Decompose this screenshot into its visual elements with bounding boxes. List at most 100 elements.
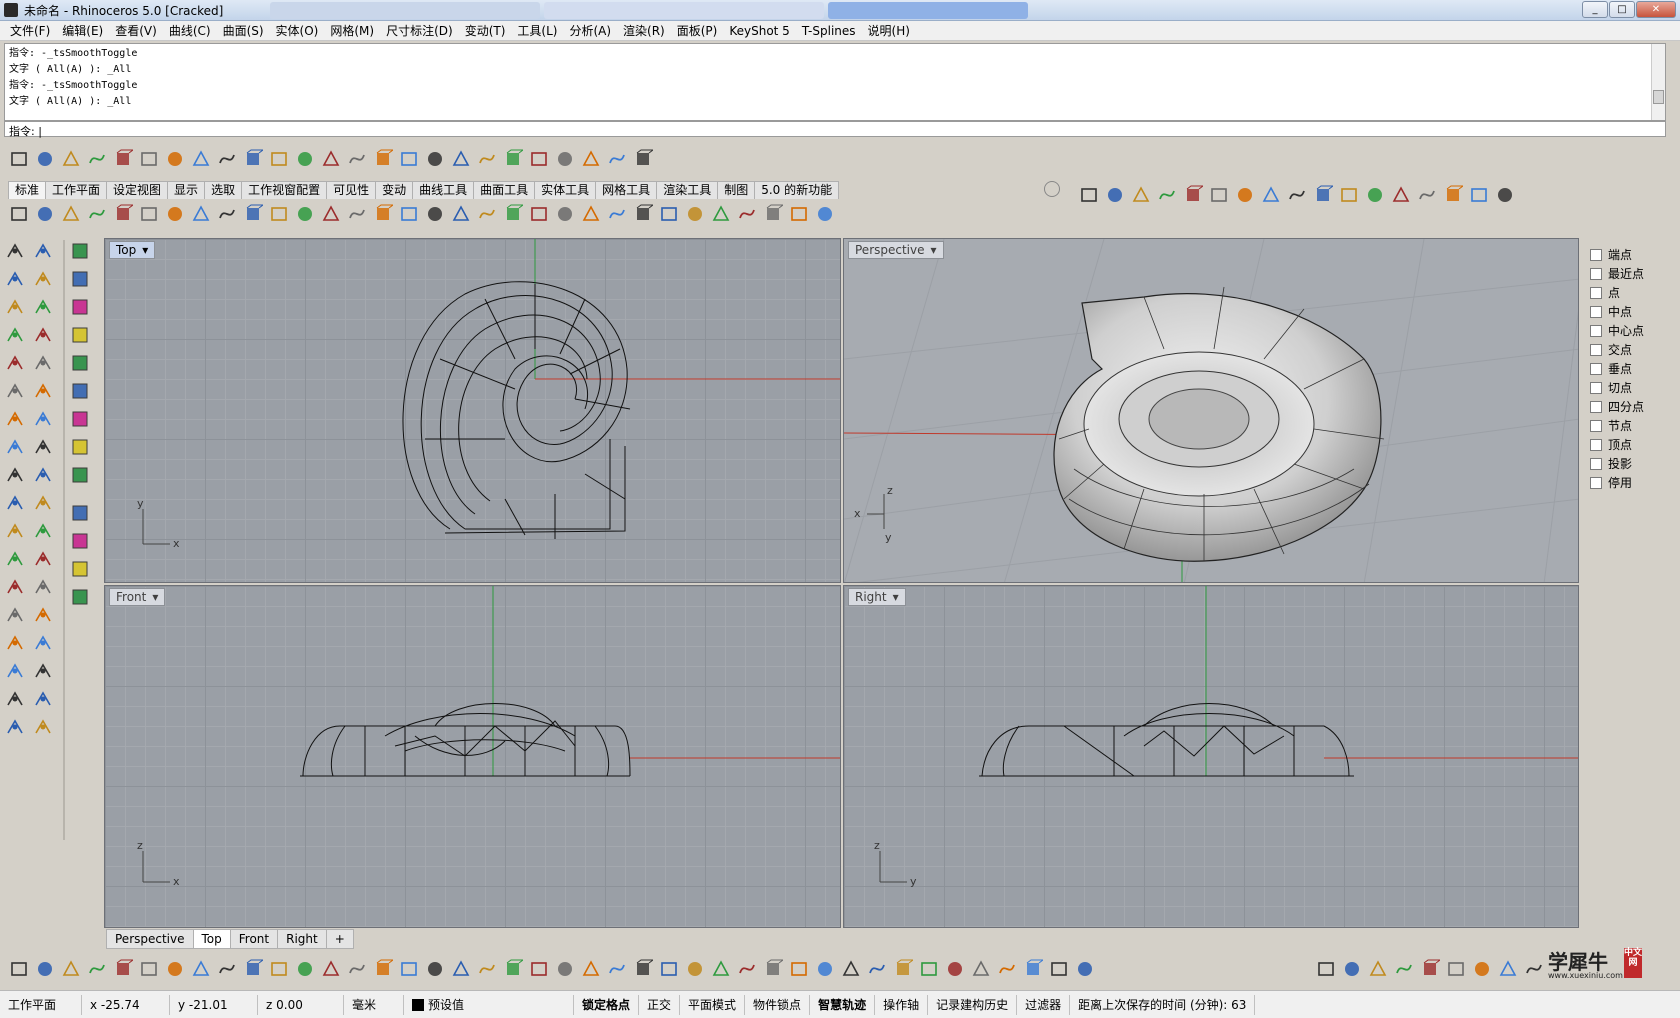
- tab-viewport-layout[interactable]: 工作视窗配置: [241, 181, 328, 199]
- osnap-option[interactable]: 端点: [1590, 245, 1676, 264]
- viewport-right[interactable]: z y Right ▾: [843, 585, 1579, 928]
- curve-tool-icon[interactable]: [320, 148, 342, 170]
- menu-mesh[interactable]: 网格(M): [324, 22, 380, 39]
- bottom-tool-icon[interactable]: [112, 958, 134, 980]
- left-tool-icon[interactable]: [32, 324, 54, 346]
- tab-select[interactable]: 选取: [204, 181, 243, 199]
- osnap-checkbox[interactable]: [1590, 343, 1602, 356]
- bottom-tool-icon[interactable]: [918, 958, 940, 980]
- dropdown-arrow-icon[interactable]: ▾: [142, 243, 148, 257]
- left-tool-icon[interactable]: [4, 324, 26, 346]
- curve-tool-icon[interactable]: [34, 148, 56, 170]
- tsplines-tool-icon[interactable]: [1182, 184, 1204, 206]
- osnap-option[interactable]: 四分点: [1590, 397, 1676, 416]
- bottom-tool-icon[interactable]: [814, 958, 836, 980]
- grid-tool-icon[interactable]: [1523, 958, 1545, 980]
- grid-tool-icon[interactable]: [1419, 958, 1441, 980]
- tab-surface-tools[interactable]: 曲面工具: [473, 181, 536, 199]
- curve-tool-icon[interactable]: [528, 148, 550, 170]
- bottom-tool-icon[interactable]: [398, 958, 420, 980]
- left-tool-icon[interactable]: [32, 604, 54, 626]
- status-smarttrack[interactable]: 智慧轨迹: [810, 994, 876, 1015]
- curve-tool-icon[interactable]: [216, 148, 238, 170]
- bottom-tool-icon[interactable]: [1022, 958, 1044, 980]
- status-cplane[interactable]: 工作平面: [0, 994, 82, 1015]
- curve-tool-icon[interactable]: [164, 148, 186, 170]
- curve-tool-icon[interactable]: [606, 148, 628, 170]
- vptab-right[interactable]: Right: [277, 929, 327, 949]
- osnap-checkbox[interactable]: [1590, 457, 1602, 470]
- curve-tool-icon[interactable]: [476, 148, 498, 170]
- standard-tool-icon[interactable]: [112, 203, 134, 225]
- curve-tool-icon[interactable]: [8, 148, 30, 170]
- left-tool-icon[interactable]: [32, 688, 54, 710]
- grid-tool-icon[interactable]: [1445, 958, 1467, 980]
- bottom-tool-icon[interactable]: [866, 958, 888, 980]
- bottom-tool-icon[interactable]: [996, 958, 1018, 980]
- left-tool-icon[interactable]: [4, 576, 26, 598]
- standard-tool-icon[interactable]: [580, 203, 602, 225]
- standard-tool-icon[interactable]: [294, 203, 316, 225]
- standard-tool-icon[interactable]: [190, 203, 212, 225]
- standard-tool-icon[interactable]: [476, 203, 498, 225]
- standard-tool-icon[interactable]: [502, 203, 524, 225]
- osnap-checkbox[interactable]: [1590, 324, 1602, 337]
- osnap-checkbox[interactable]: [1590, 248, 1602, 261]
- standard-tool-icon[interactable]: [34, 203, 56, 225]
- viewport-top[interactable]: y x Top ▾: [104, 238, 841, 583]
- left-tool-icon[interactable]: [4, 380, 26, 402]
- tsplines-tool-icon[interactable]: [1286, 184, 1308, 206]
- tab-transform[interactable]: 变动: [375, 181, 414, 199]
- standard-tool-icon[interactable]: [86, 203, 108, 225]
- grid-tool-icon[interactable]: [1497, 958, 1519, 980]
- viewport-perspective[interactable]: z x y Perspective ▾: [843, 238, 1579, 583]
- osnap-checkbox[interactable]: [1590, 286, 1602, 299]
- bottom-tool-icon[interactable]: [216, 958, 238, 980]
- tab-standard[interactable]: 标准: [8, 181, 47, 199]
- grid-tool-icon[interactable]: [1367, 958, 1389, 980]
- menu-tsplines[interactable]: T-Splines: [796, 24, 862, 38]
- status-osnap[interactable]: 物件锁点: [745, 994, 811, 1015]
- add-viewport-tab-button[interactable]: +: [325, 929, 354, 949]
- standard-tool-icon[interactable]: [8, 203, 30, 225]
- left-tool-icon[interactable]: [4, 660, 26, 682]
- curve-tool-icon[interactable]: [554, 148, 576, 170]
- minimize-button[interactable]: _: [1582, 1, 1608, 18]
- gear-icon[interactable]: [1044, 181, 1060, 197]
- viewport-title-front[interactable]: Front ▾: [109, 588, 166, 606]
- osnap-checkbox[interactable]: [1590, 419, 1602, 432]
- bottom-tool-icon[interactable]: [710, 958, 732, 980]
- tsplines-tool-icon[interactable]: [1468, 184, 1490, 206]
- tsplines-tool-icon[interactable]: [1156, 184, 1178, 206]
- standard-tool-icon[interactable]: [554, 203, 576, 225]
- left-tool-icon[interactable]: [4, 548, 26, 570]
- left-tool-icon[interactable]: [4, 268, 26, 290]
- osnap-option[interactable]: 交点: [1590, 340, 1676, 359]
- tsplines-tool-icon[interactable]: [1104, 184, 1126, 206]
- standard-tool-icon[interactable]: [632, 203, 654, 225]
- osnap-option[interactable]: 投影: [1590, 454, 1676, 473]
- tsplines-side-icon[interactable]: [69, 380, 91, 402]
- curve-tool-icon[interactable]: [242, 148, 264, 170]
- menu-panels[interactable]: 面板(P): [671, 22, 724, 39]
- tsplines-side-icon[interactable]: [69, 408, 91, 430]
- curve-tool-icon[interactable]: [60, 148, 82, 170]
- standard-tool-icon[interactable]: [450, 203, 472, 225]
- left-tool-icon[interactable]: [4, 296, 26, 318]
- menu-dimension[interactable]: 尺寸标注(D): [380, 22, 459, 39]
- standard-tool-icon[interactable]: [606, 203, 628, 225]
- viewport-title-perspective[interactable]: Perspective ▾: [848, 241, 944, 259]
- curve-tool-icon[interactable]: [632, 148, 654, 170]
- left-tool-icon[interactable]: [32, 436, 54, 458]
- curve-tool-icon[interactable]: [398, 148, 420, 170]
- left-tool-icon[interactable]: [32, 576, 54, 598]
- standard-tool-icon[interactable]: [528, 203, 550, 225]
- bottom-tool-icon[interactable]: [164, 958, 186, 980]
- tsplines-tool-icon[interactable]: [1416, 184, 1438, 206]
- osnap-checkbox[interactable]: [1590, 438, 1602, 451]
- standard-tool-icon[interactable]: [268, 203, 290, 225]
- left-tool-icon[interactable]: [4, 408, 26, 430]
- bottom-tool-icon[interactable]: [892, 958, 914, 980]
- menu-surface[interactable]: 曲面(S): [217, 22, 270, 39]
- left-tool-icon[interactable]: [32, 408, 54, 430]
